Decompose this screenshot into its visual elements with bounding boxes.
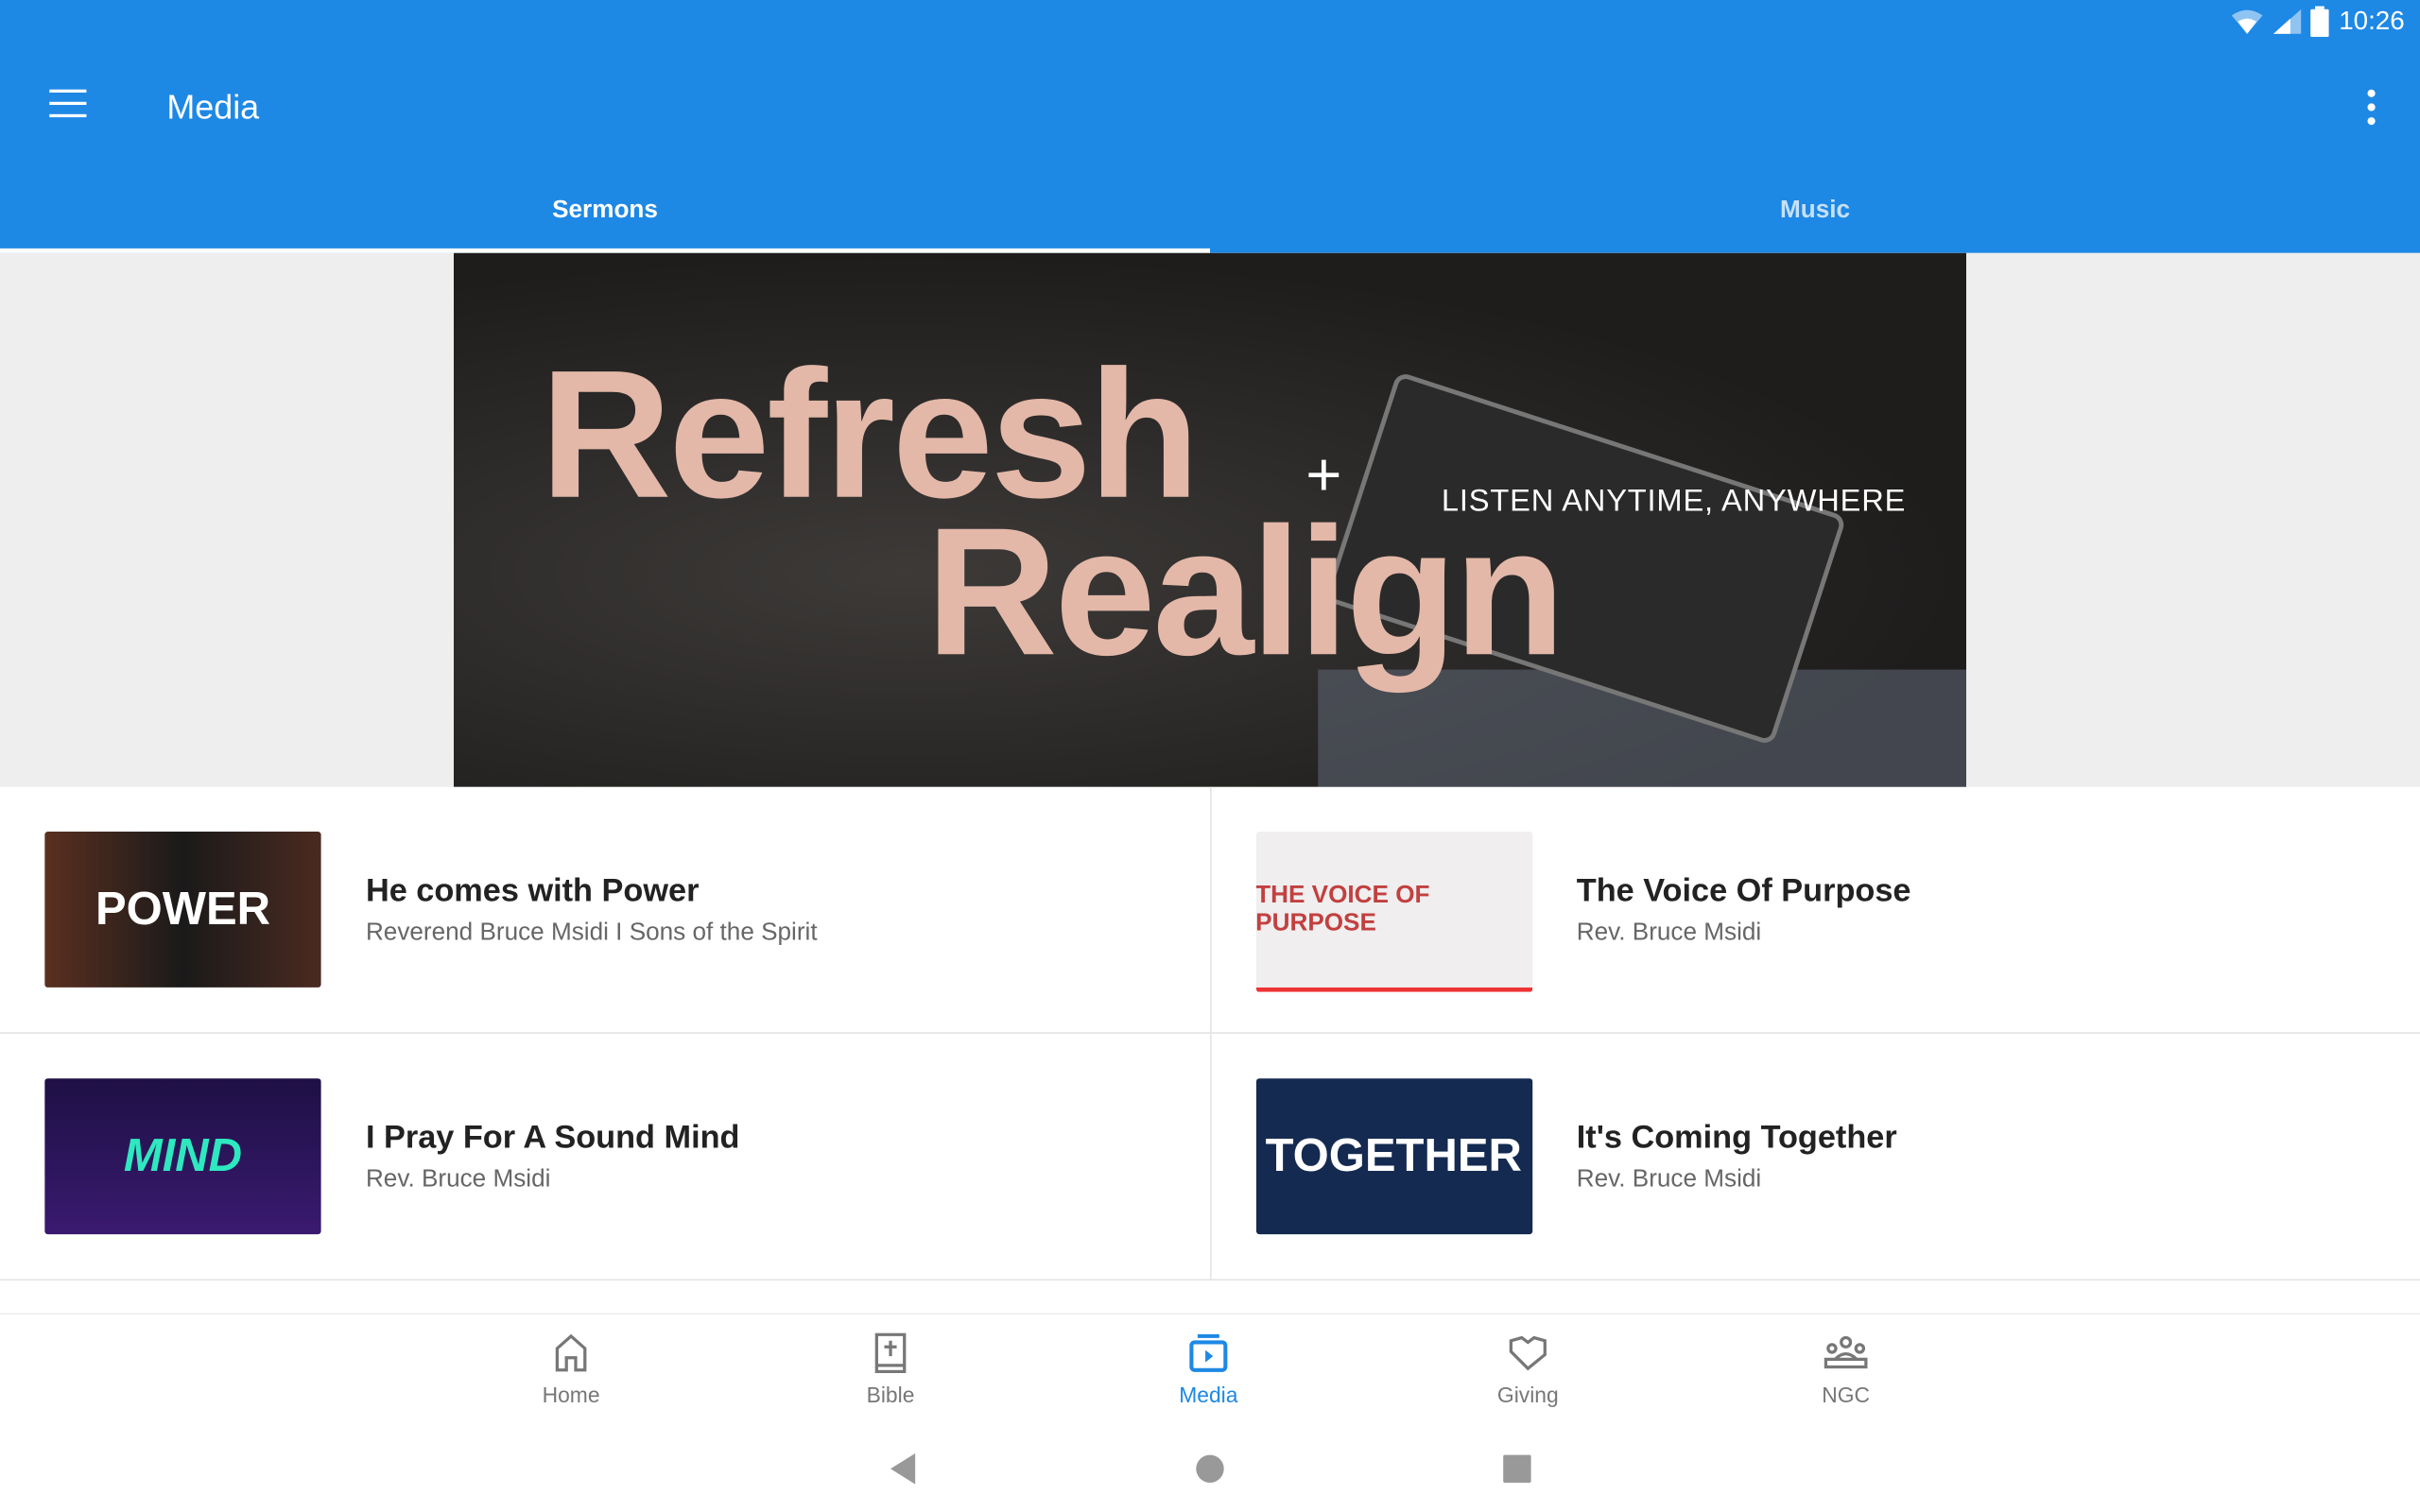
tab-music[interactable]: Music (1210, 173, 2420, 253)
tab-sermons[interactable]: Sermons (0, 173, 1210, 253)
nav-home[interactable]: Home (493, 1333, 648, 1407)
sermon-thumbnail: MIND (44, 1078, 321, 1235)
sermon-thumbnail: THE VOICE OF PURPOSE (1255, 831, 1532, 992)
page-title: Media (166, 88, 260, 127)
media-icon (1189, 1333, 1228, 1372)
sermon-subtitle: Rev. Bruce Msidi (1576, 1166, 1762, 1194)
nav-bible[interactable]: Bible (813, 1332, 967, 1407)
sermon-title: It's Coming Together (1576, 1120, 1897, 1156)
sermon-subtitle: Rev. Bruce Msidi (1576, 919, 1762, 946)
sermon-subtitle: Rev. Bruce Msidi (365, 1166, 551, 1194)
more-vert-icon[interactable] (2367, 89, 2377, 131)
home-button-icon[interactable] (1195, 1453, 1226, 1485)
battery-icon (2310, 6, 2330, 38)
sermon-item[interactable]: POWER He comes with Power Reverend Bruce… (0, 787, 1209, 1033)
nav-label: Bible (866, 1382, 915, 1407)
group-icon (1824, 1335, 1868, 1369)
sermon-thumbnail: TOGETHER (1255, 1078, 1532, 1235)
sermon-item[interactable]: THE VOICE OF PURPOSE The Voice Of Purpos… (1209, 786, 2420, 1033)
featured-banner: Refresh + Realign LISTEN ANYTIME, ANYWHE… (0, 252, 2420, 787)
sermon-title: I Pray For A Sound Mind (365, 1120, 740, 1156)
nav-label: Giving (1496, 1382, 1559, 1407)
sermon-title: He comes with Power (365, 873, 700, 909)
sermon-thumbnail: POWER (44, 831, 321, 988)
bottom-navigation: Home Bible Media Giving NGC (0, 1313, 2420, 1437)
home-icon (555, 1333, 587, 1372)
back-icon[interactable] (888, 1452, 919, 1485)
giving-icon (1509, 1335, 1547, 1371)
recents-icon[interactable] (1502, 1453, 1533, 1485)
tab-bar: Sermons Music (0, 173, 2420, 253)
nav-label: Media (1179, 1382, 1238, 1407)
sermon-list: POWER He comes with Power Reverend Bruce… (0, 786, 2420, 1281)
sermon-item[interactable]: MIND I Pray For A Sound Mind Rev. Bruce … (0, 1034, 1209, 1280)
status-bar: 10:26 (2231, 6, 2405, 38)
sermon-item[interactable]: TOGETHER It's Coming Together Rev. Bruce… (1209, 1033, 2420, 1280)
nav-giving[interactable]: Giving (1451, 1333, 1605, 1407)
banner-image[interactable]: Refresh + Realign LISTEN ANYTIME, ANYWHE… (453, 252, 1966, 787)
app-bar: 10:26 Media Sermons Music (0, 0, 2420, 253)
nav-ngc[interactable]: NGC (1769, 1333, 1923, 1407)
signal-icon (2273, 9, 2303, 34)
bible-icon (874, 1332, 907, 1374)
banner-tagline: LISTEN ANYTIME, ANYWHERE (1441, 484, 1907, 519)
nav-media[interactable]: Media (1132, 1333, 1286, 1407)
wifi-icon (2232, 9, 2264, 34)
hamburger-menu-icon[interactable] (49, 89, 87, 121)
sermon-title: The Voice Of Purpose (1576, 873, 1911, 909)
nav-label: NGC (1822, 1382, 1871, 1407)
sermon-subtitle: Reverend Bruce Msidi I Sons of the Spiri… (365, 919, 818, 946)
nav-label: Home (542, 1382, 600, 1407)
clock: 10:26 (2339, 6, 2405, 36)
system-navigation-bar (0, 1435, 2420, 1512)
